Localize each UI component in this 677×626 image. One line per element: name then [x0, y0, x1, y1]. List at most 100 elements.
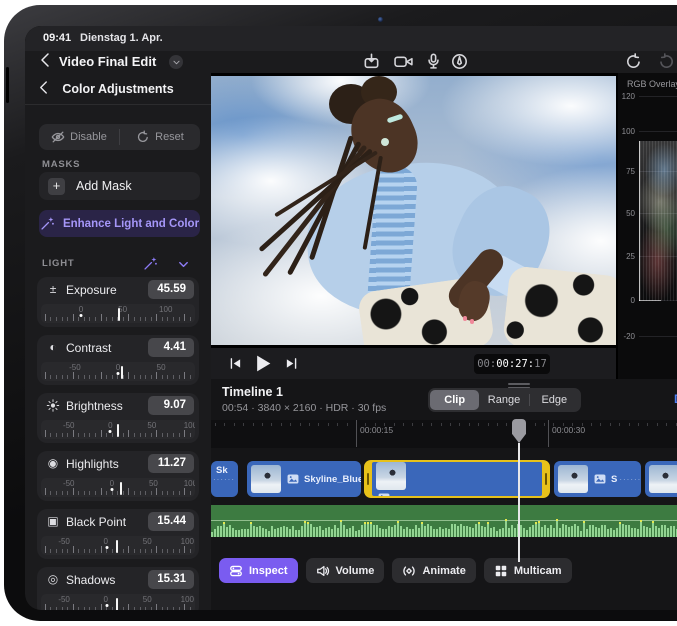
- next-frame-button[interactable]: [285, 357, 298, 370]
- scope-axis-label: 75: [618, 167, 635, 176]
- clip[interactable]: Sk······: [211, 461, 238, 497]
- play-button[interactable]: [255, 354, 272, 373]
- project-title[interactable]: Video Final Edit: [59, 54, 156, 69]
- slider-value[interactable]: 9.07: [148, 396, 194, 415]
- slider-cursor[interactable]: [121, 366, 123, 379]
- multicam-button[interactable]: Multicam: [484, 558, 572, 583]
- slider-cursor[interactable]: [117, 424, 119, 437]
- ruler-timecode-label: 00:00:30: [552, 425, 585, 435]
- mode-range[interactable]: Range: [479, 390, 528, 410]
- disable-button[interactable]: Disable: [39, 124, 119, 150]
- animate-button[interactable]: Animate: [392, 558, 475, 583]
- back-icon[interactable]: [39, 52, 51, 68]
- clip-label: S: [611, 474, 617, 485]
- clip[interactable]: [645, 461, 677, 497]
- inspect-button[interactable]: Inspect: [219, 558, 298, 583]
- slider-cursor[interactable]: [118, 308, 120, 321]
- screenshot-stage: 09:41 Dienstag 1. Apr. Video Final Edit: [0, 0, 677, 626]
- date: Dienstag 1. Apr.: [80, 32, 163, 44]
- timecode-display[interactable]: 00:00:27:17: [474, 354, 550, 374]
- ruler-tick-label: -50: [63, 421, 75, 430]
- slider-ruler[interactable]: 050100: [41, 304, 195, 323]
- slider-glyph-icon: ◐: [46, 340, 60, 355]
- timeline-ruler[interactable]: 00:00:15 00:00:30: [211, 420, 677, 448]
- video-frame: [211, 76, 616, 345]
- slider-cursor[interactable]: [116, 598, 118, 610]
- ruler-tick-label: 0: [103, 537, 107, 546]
- mode-clip[interactable]: Clip: [430, 390, 479, 410]
- slider-value[interactable]: 45.59: [148, 280, 194, 299]
- panel-header: Color Adjustments: [25, 73, 211, 105]
- slider-black-point: ▣Black Point15.44-50050100: [37, 509, 199, 559]
- slider-value[interactable]: 11.27: [148, 454, 194, 473]
- status-bar: 09:41 Dienstag 1. Apr.: [25, 26, 677, 51]
- volume-button[interactable]: Volume: [306, 558, 385, 583]
- slider-ruler[interactable]: -50050100: [41, 594, 195, 610]
- slider-cursor[interactable]: [116, 540, 118, 553]
- slider-ruler[interactable]: -50050: [41, 362, 195, 381]
- import-button[interactable]: [363, 53, 380, 70]
- slider-cursor[interactable]: [120, 482, 122, 495]
- photo-icon: [287, 474, 299, 484]
- animate-icon: [402, 564, 416, 578]
- ruler-tick-label: 100: [184, 421, 195, 430]
- light-sliders: ±Exposure45.59050100◐Contrast4.41-50050B…: [37, 277, 199, 610]
- clip-thumbnail: [649, 465, 677, 493]
- previous-frame-button[interactable]: [229, 357, 242, 370]
- reset-button[interactable]: Reset: [120, 124, 200, 150]
- playhead-line: [518, 443, 520, 562]
- redo-button[interactable]: [658, 53, 675, 70]
- zero-dot: [109, 430, 112, 433]
- slider-ruler[interactable]: -50050100: [41, 420, 195, 439]
- clip-label: Skyline_Blue_Wide: [304, 474, 361, 485]
- scope-axis-label: 50: [618, 209, 635, 218]
- video-preview[interactable]: [211, 73, 616, 348]
- timeline-panel: Timeline 1 00:54 · 3840 × 2160 · HDR · 3…: [211, 379, 677, 610]
- side-button: [6, 67, 9, 103]
- timeline-name: Timeline 1: [222, 385, 283, 399]
- top-toolbar: Video Final Edit: [25, 51, 677, 73]
- slider-shadows: ◎Shadows15.31-50050100: [37, 567, 199, 610]
- color-adjustments-panel: Color Adjustments Disable Reset MASKS +: [25, 73, 211, 610]
- ruler-tick-label: 0: [108, 421, 112, 430]
- slider-value[interactable]: 15.31: [148, 570, 194, 589]
- slider-value[interactable]: 15.44: [148, 512, 194, 531]
- mode-edge[interactable]: Edge: [530, 390, 579, 410]
- collapse-chevron-icon[interactable]: [177, 258, 190, 271]
- add-mask-button[interactable]: + Add Mask: [39, 172, 200, 200]
- microphone-button[interactable]: [425, 53, 442, 70]
- slider-ruler[interactable]: -50050100: [41, 478, 195, 497]
- ruler-timecode-label: 00:00:15: [360, 425, 393, 435]
- ruler-tick-label: 0: [110, 479, 114, 488]
- waveform-baseline: [639, 300, 661, 301]
- clip[interactable]: Skyline_Blue_Wide: [247, 461, 361, 497]
- clip-selected[interactable]: Skyline_Blue_Close: [364, 460, 550, 498]
- audio-track[interactable]: [211, 505, 677, 537]
- project-menu-button[interactable]: [169, 55, 183, 69]
- ipad-body: 09:41 Dienstag 1. Apr. Video Final Edit: [4, 5, 677, 621]
- pencil-button[interactable]: [451, 53, 468, 70]
- waveform-trace: [639, 141, 677, 301]
- scope-gridline: [639, 336, 677, 337]
- ruler-tick-label: 100: [181, 595, 194, 604]
- enhance-light-color-button[interactable]: Enhance Light and Color: [39, 210, 200, 237]
- camera-button[interactable]: [394, 53, 414, 70]
- slider-exposure: ±Exposure45.59050100: [37, 277, 199, 327]
- chevron-down-icon: [172, 58, 181, 67]
- clip[interactable]: S······: [554, 461, 641, 497]
- trim-handle-right[interactable]: [542, 460, 550, 498]
- undo-button[interactable]: [625, 53, 642, 70]
- scope-axis-label: 25: [618, 252, 635, 261]
- panel-title: Color Adjustments: [25, 82, 211, 96]
- trim-handle-left[interactable]: [364, 460, 372, 498]
- inspector-icon: [229, 564, 243, 578]
- slider-ruler[interactable]: -50050100: [41, 536, 195, 555]
- ruler-tick-label: 0: [79, 305, 83, 314]
- person-figure: [211, 76, 616, 345]
- ruler-tick-label: -50: [69, 363, 81, 372]
- auto-enhance-icon[interactable]: [143, 256, 158, 271]
- slider-label: Highlights: [66, 457, 119, 471]
- sun-icon: [46, 398, 60, 413]
- slider-value[interactable]: 4.41: [148, 338, 194, 357]
- tool-label: Animate: [422, 565, 465, 577]
